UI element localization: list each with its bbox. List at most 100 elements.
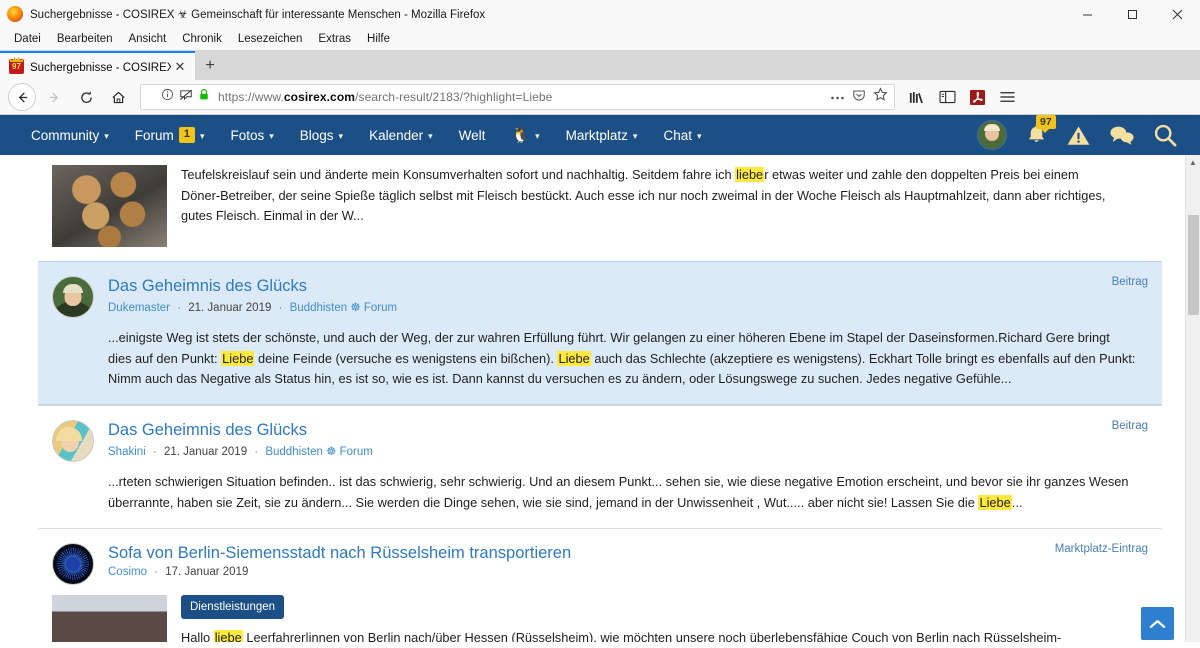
result-snippet-line: Teufelskreislauf sein und änderte mein K… (181, 167, 1079, 182)
menu-lesezeichen[interactable]: Lesezeichen (230, 31, 311, 47)
menu-hilfe[interactable]: Hilfe (359, 31, 398, 47)
page-content: Teufelskreislauf sein und änderte mein K… (0, 155, 1200, 648)
minimize-button[interactable] (1065, 0, 1110, 28)
urlbar-indicators (147, 88, 210, 107)
page-info-icon[interactable] (161, 88, 174, 106)
search-term-highlight: Liebe (557, 350, 591, 366)
result-subline: Shakini · 21. Januar 2019 · Buddhisten ☸… (108, 444, 1148, 458)
lock-icon (198, 88, 210, 106)
page-bottom-edge (0, 642, 1200, 648)
browser-titlebar: Suchergebnisse - COSIREX ☣ Gemeinschaft … (0, 0, 1200, 28)
nav-item-community[interactable]: Community ▾ (18, 115, 122, 155)
tab-strip: 97 Suchergebnisse - COSIREX ☣ ✕ + (0, 50, 1200, 80)
search-result-glueck-shakini[interactable]: Beitrag Das Geheimnis des Glücks Shakini… (38, 405, 1162, 527)
search-result-sofa[interactable]: Marktplatz-Eintrag Sofa von Berlin-Sieme… (38, 527, 1162, 648)
chevron-down-icon: ▾ (104, 130, 109, 141)
nav-item-fotos[interactable]: Fotos ▾ (217, 115, 286, 155)
chevron-down-icon: ▾ (535, 130, 540, 141)
nav-item-chat[interactable]: Chat ▾ (650, 115, 714, 155)
url-bar[interactable]: https://www.cosirex.com/search-result/21… (140, 84, 895, 110)
result-title-link[interactable]: Das Geheimnis des Glücks (108, 421, 307, 439)
notifications-button[interactable]: 97 (1025, 114, 1056, 147)
separator-dot: · (154, 566, 159, 579)
chevron-down-icon: ▾ (428, 130, 433, 141)
bookmark-star-icon[interactable] (873, 87, 888, 107)
result-date: 17. Januar 2019 (165, 566, 249, 579)
scroll-to-top-button[interactable] (1141, 607, 1174, 640)
result-author-avatar[interactable] (52, 542, 94, 585)
alerts-button[interactable] (1066, 124, 1091, 147)
favicon-badge-count: 97 (12, 62, 21, 71)
search-results-list: Teufelskreislauf sein und änderte mein K… (0, 165, 1200, 648)
nav-item-forum[interactable]: Forum 1 ▾ (122, 115, 218, 155)
chevron-down-icon: ▾ (696, 130, 702, 141)
nav-item-blogs[interactable]: Blogs ▾ (287, 115, 356, 155)
browser-tab-active[interactable]: 97 Suchergebnisse - COSIREX ☣ ✕ (0, 51, 195, 80)
sidebar-icon[interactable] (933, 83, 961, 111)
page-actions-icon[interactable] (830, 88, 845, 106)
nav-label-fotos: Fotos (230, 127, 265, 143)
menu-chronik[interactable]: Chronik (174, 31, 230, 47)
nav-label-chat: Chat (663, 127, 692, 143)
hamburger-menu-icon[interactable] (993, 83, 1021, 111)
penguin-icon: 🐧 (511, 127, 531, 144)
result-author[interactable]: Shakini (108, 446, 146, 458)
nav-item-welt[interactable]: Welt (446, 115, 499, 155)
search-button[interactable] (1153, 123, 1178, 148)
page-scrollbar[interactable]: ▲ (1185, 155, 1200, 648)
result-title-link[interactable]: Sofa von Berlin-Siemensstadt nach Rüssel… (108, 544, 571, 562)
forum-badge: 1 (178, 127, 195, 143)
home-button[interactable] (102, 82, 134, 112)
result-snippet-line: ...einigste Weg ist stets der schönste, … (108, 330, 1110, 345)
result-body: Teufelskreislauf sein und änderte mein K… (52, 165, 1148, 247)
messages-button[interactable] (1109, 124, 1135, 146)
result-forum[interactable]: Buddhisten ☸ Forum (265, 446, 372, 458)
nav-item-kalender[interactable]: Kalender ▾ (356, 115, 446, 155)
menu-extras[interactable]: Extras (310, 31, 359, 47)
menu-datei[interactable]: Datei (6, 31, 49, 47)
notification-count-badge: 97 (1036, 114, 1056, 133)
close-button[interactable] (1155, 0, 1200, 28)
result-type-label: Beitrag (1111, 276, 1148, 288)
result-forum[interactable]: Buddhisten ☸ Forum (290, 302, 397, 314)
result-subline: Dukemaster · 21. Januar 2019 · Buddhiste… (108, 300, 1148, 314)
chevron-down-icon: ▾ (338, 130, 344, 141)
nav-item-linux[interactable]: 🐧 ▾ (498, 115, 552, 155)
tab-favicon-icon: 97 (9, 59, 24, 74)
maximize-button[interactable] (1110, 0, 1155, 28)
nav-label-blogs: Blogs (299, 127, 334, 143)
reload-button[interactable] (70, 82, 102, 112)
nav-item-marktplatz[interactable]: Marktplatz ▾ (553, 115, 651, 155)
tab-close-icon[interactable]: ✕ (171, 58, 189, 76)
search-term-highlight: Liebe (221, 350, 255, 366)
result-thumbnail-sofa (52, 594, 167, 648)
result-date: 21. Januar 2019 (188, 301, 272, 314)
result-author-avatar[interactable] (52, 276, 94, 318)
result-author-avatar[interactable] (52, 420, 94, 463)
tracking-protection-icon[interactable] (179, 88, 193, 107)
user-avatar[interactable] (977, 120, 1007, 150)
pocket-icon[interactable] (852, 88, 866, 107)
result-snippet-line: ...rteten schwierigen Situation befinden… (108, 474, 1129, 490)
window-controls (1065, 0, 1200, 28)
result-type-label: Marktplatz-Eintrag (1054, 542, 1148, 555)
menu-bearbeiten[interactable]: Bearbeiten (49, 31, 121, 47)
result-title-link[interactable]: Das Geheimnis des Glücks (108, 277, 307, 295)
result-body: Dienstleistungen Hallo liebe Leerfahrer|… (52, 594, 1148, 648)
scrollbar-thumb[interactable] (1188, 215, 1199, 315)
menu-ansicht[interactable]: Ansicht (120, 31, 174, 47)
scroll-up-arrow-icon[interactable]: ▲ (1186, 155, 1200, 170)
back-button[interactable] (6, 82, 38, 112)
library-icon[interactable] (903, 83, 931, 111)
result-author[interactable]: Dukemaster (108, 302, 170, 314)
url-scheme: https://www. (218, 90, 284, 104)
result-body: ...rteten schwierigen Situation befinden… (108, 472, 1148, 513)
result-category-pill[interactable]: Dienstleistungen (181, 594, 285, 620)
search-result-doener[interactable]: Teufelskreislauf sein und änderte mein K… (38, 165, 1162, 261)
result-author[interactable]: Cosimo (108, 566, 147, 578)
separator-dot: · (177, 301, 182, 314)
search-result-glueck-dukemaster[interactable]: Beitrag Das Geheimnis des Glücks Dukemas… (38, 261, 1162, 406)
adobe-pdf-icon[interactable] (963, 83, 991, 111)
new-tab-button[interactable]: + (195, 51, 225, 80)
site-navigation-bar: Community ▾ Forum 1 ▾ Fotos ▾ Blogs ▾ Ka… (0, 114, 1200, 155)
